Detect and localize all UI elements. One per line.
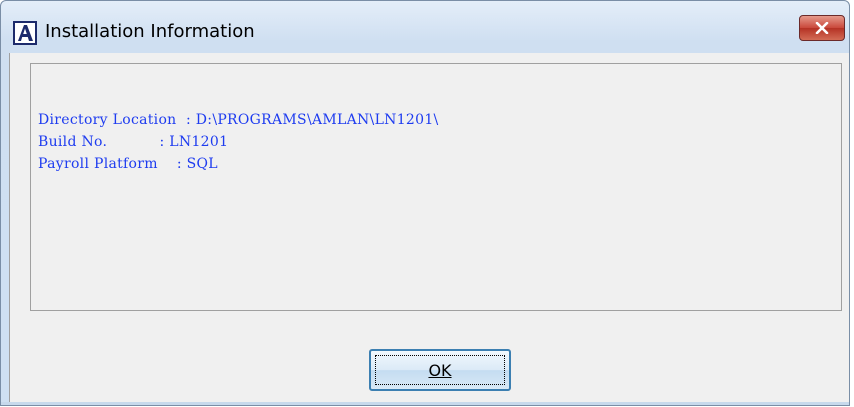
info-row-platform: Payroll Platform : SQL — [38, 156, 218, 172]
info-row-directory: Directory Location : D:\PROGRAMS\AMLAN\L… — [38, 112, 439, 128]
info-text: Directory Location : D:\PROGRAMS\AMLAN\L… — [38, 109, 439, 175]
focus-rectangle — [375, 355, 505, 385]
title-bar[interactable]: Installation Information — [1, 1, 849, 53]
close-icon — [815, 22, 829, 34]
platform-label: Payroll Platform — [38, 156, 158, 172]
info-row-build: Build No. : LN1201 — [38, 134, 229, 150]
directory-value: D:\PROGRAMS\AMLAN\LN1201\ — [195, 112, 439, 128]
ok-button[interactable]: OK — [369, 349, 511, 391]
build-label: Build No. — [38, 134, 108, 150]
dialog-body: Directory Location : D:\PROGRAMS\AMLAN\L… — [9, 53, 849, 405]
dialog-window: Installation Information Directory Locat… — [0, 0, 850, 406]
directory-label: Directory Location — [38, 112, 177, 128]
window-bottom-border — [1, 402, 849, 405]
app-logo-icon — [13, 21, 37, 45]
window-title: Installation Information — [45, 21, 255, 42]
build-value: LN1201 — [169, 134, 229, 150]
platform-value: SQL — [186, 156, 218, 172]
info-panel: Directory Location : D:\PROGRAMS\AMLAN\L… — [30, 63, 842, 311]
close-button[interactable] — [799, 15, 845, 41]
